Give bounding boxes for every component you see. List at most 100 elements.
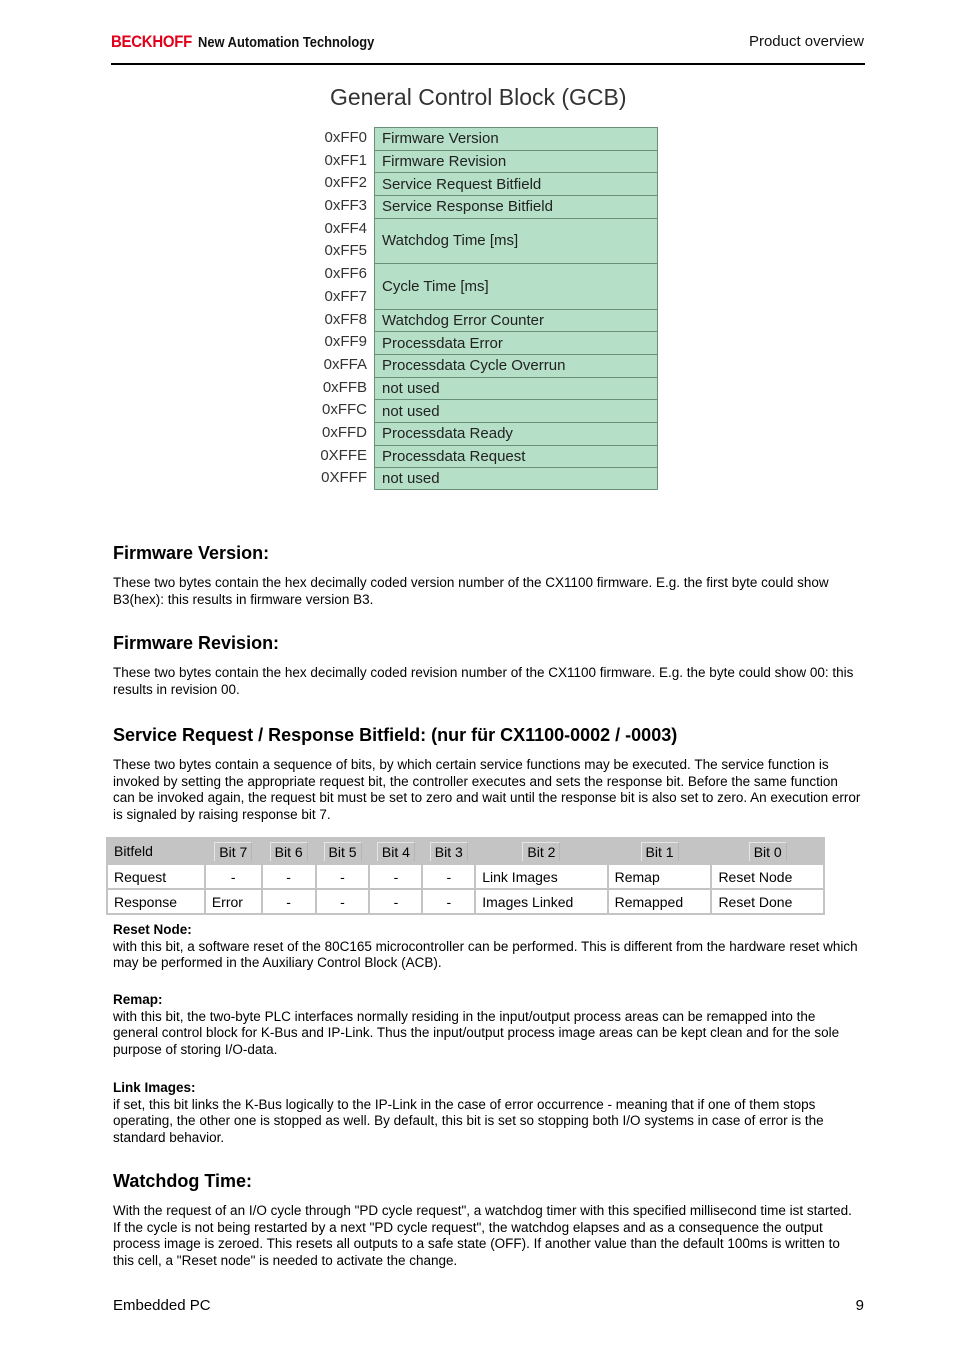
table-header-cell: Bitfeld bbox=[106, 837, 206, 865]
brand-logo: BECKHOFF New Automation Technology bbox=[111, 32, 403, 52]
gcb-row: 0xFF3 Service Response Bitfield bbox=[310, 195, 660, 218]
section-watchdog-time: Watchdog Time: With the request of an I/… bbox=[113, 1171, 863, 1269]
page-header: BECKHOFF New Automation Technology Produ… bbox=[111, 30, 865, 65]
header-label: Bit 4 bbox=[376, 841, 415, 861]
gcb-register-label: Watchdog Time [ms] bbox=[374, 217, 658, 264]
table-header-cell: Bit 1 bbox=[606, 837, 713, 865]
bitfield-table: Bitfeld Bit 7 Bit 6 Bit 5 Bit 4 Bit 3 Bit 2 Bit… bbox=[106, 837, 825, 915]
brand-tagline: New Automation Technology bbox=[197, 34, 374, 51]
table-cell: Error bbox=[203, 888, 263, 915]
table-header-cell: Bit 2 bbox=[474, 837, 609, 865]
gcb-register-label: not used bbox=[374, 467, 658, 491]
section-heading: Service Request / Response Bitfield: (nu… bbox=[113, 725, 678, 745]
gcb-address: 0xFF0 bbox=[324, 129, 367, 146]
footer-document-title: Embedded PC bbox=[113, 1297, 211, 1314]
gcb-address: 0xFFB bbox=[322, 378, 367, 396]
section-heading: Firmware Revision: bbox=[113, 633, 280, 653]
table-cell: - bbox=[368, 888, 424, 915]
gcb-register-label: Watchdog Error Counter bbox=[374, 308, 658, 332]
table-cell: Reset Node bbox=[710, 863, 825, 890]
header-label: Bit 2 bbox=[522, 841, 561, 861]
section-body: with this bit, a software reset of the 8… bbox=[113, 938, 858, 971]
gcb-address: 0XFFF bbox=[321, 469, 367, 487]
section-heading: Link Images: bbox=[113, 1080, 196, 1095]
gcb-address: 0XFFE bbox=[320, 446, 367, 464]
section-heading: Remap: bbox=[113, 992, 163, 1007]
gcb-register-table: 0xFF0 Firmware Version 0xFF1 Firmware Revis… bbox=[310, 127, 660, 491]
header-label: Bit 7 bbox=[214, 841, 253, 861]
gcb-row: 0xFFD Processdata Ready bbox=[310, 421, 660, 445]
table-cell: - bbox=[260, 863, 317, 890]
section-body: if set, this bit links the K-Bus logical… bbox=[113, 1096, 824, 1145]
section-reset-node: Reset Node: with this bit, a software re… bbox=[113, 922, 863, 972]
gcb-title: General Control Block (GCB) bbox=[330, 84, 627, 110]
header-label: Bit 0 bbox=[748, 841, 787, 861]
section-heading: Firmware Version: bbox=[113, 543, 270, 563]
section-remap: Remap: with this bit, the two-byte PLC i… bbox=[113, 992, 863, 1058]
table-header-cell: Bit 5 bbox=[314, 837, 371, 865]
table-cell: Link Images bbox=[474, 863, 609, 890]
gcb-register-label: not used bbox=[374, 376, 658, 400]
gcb-address: 0xFFA bbox=[323, 355, 367, 373]
table-header-cell: Bit 6 bbox=[260, 837, 317, 865]
section-link-images: Link Images: if set, this bit links the … bbox=[113, 1080, 863, 1146]
table-cell: Request bbox=[106, 863, 206, 890]
table-header-cell: Bit 0 bbox=[710, 837, 825, 865]
gcb-register-label: Processdata Error bbox=[374, 331, 658, 354]
brand-name: BECKHOFF bbox=[111, 32, 193, 51]
gcb-register-label: Firmware Revision bbox=[374, 149, 658, 173]
table-cell: Remap bbox=[606, 863, 713, 890]
gcb-address: 0xFFC bbox=[322, 401, 367, 419]
gcb-address: 0xFF9 bbox=[324, 333, 367, 351]
section-heading: Reset Node: bbox=[113, 922, 192, 937]
table-cell: - bbox=[203, 863, 263, 890]
table-cell: - bbox=[314, 863, 371, 890]
header-label: Bit 3 bbox=[429, 841, 468, 861]
section-heading: Watchdog Time: bbox=[113, 1171, 252, 1191]
gcb-address: 0xFF5 bbox=[324, 242, 367, 260]
gcb-register-label: Processdata Ready bbox=[374, 421, 658, 445]
gcb-address: 0xFF3 bbox=[324, 197, 367, 215]
section-body: These two bytes contain a sequence of bi… bbox=[113, 757, 861, 822]
gcb-address: 0xFF7 bbox=[324, 287, 367, 305]
footer-page-number: 9 bbox=[855, 1297, 864, 1314]
table-cell: Remapped bbox=[606, 888, 713, 915]
gcb-address: 0xFFD bbox=[322, 423, 367, 441]
gcb-address: 0xFF2 bbox=[324, 174, 367, 192]
section-service-bitfield: Service Request / Response Bitfield: (nu… bbox=[113, 725, 863, 823]
section-firmware-revision: Firmware Revision: These two bytes conta… bbox=[113, 633, 863, 698]
table-cell: - bbox=[260, 888, 317, 915]
section-body: with this bit, the two-byte PLC interfac… bbox=[113, 1008, 840, 1057]
gcb-address: 0xFF6 bbox=[324, 265, 367, 283]
table-cell: - bbox=[421, 888, 477, 915]
header-label: Bit 6 bbox=[269, 841, 308, 861]
gcb-row: 0xFF1 Firmware Revision bbox=[310, 149, 660, 173]
gcb-row: 0xFF6 0xFF7 Cycle Time [ms] bbox=[310, 263, 660, 309]
table-header-cell: Bit 4 bbox=[368, 837, 424, 865]
gcb-row: 0xFFC not used bbox=[310, 399, 660, 422]
table-header-cell: Bit 7 bbox=[203, 837, 263, 865]
table-cell: - bbox=[314, 888, 371, 915]
gcb-row: 0XFFE Processdata Request bbox=[310, 444, 660, 468]
section-firmware-version: Firmware Version: These two bytes contai… bbox=[113, 543, 863, 608]
gcb-register-label: Cycle Time [ms] bbox=[374, 263, 658, 309]
table-cell: Reset Done bbox=[710, 888, 825, 915]
gcb-row: 0xFFB not used bbox=[310, 376, 660, 400]
section-body: With the request of an I/O cycle through… bbox=[113, 1203, 852, 1268]
header-section-title: Product overview bbox=[748, 33, 864, 50]
table-header-cell: Bit 3 bbox=[421, 837, 477, 865]
table-row: Response Error - - - - Images Linked Remapped Re… bbox=[106, 888, 825, 915]
gcb-register-label: not used bbox=[374, 399, 658, 422]
gcb-register-label: Service Response Bitfield bbox=[374, 195, 658, 218]
header-label: Bit 5 bbox=[323, 841, 362, 861]
gcb-address: 0xFF8 bbox=[324, 310, 367, 328]
gcb-register-label: Firmware Version bbox=[374, 127, 658, 150]
gcb-address: 0xFF4 bbox=[324, 219, 367, 237]
gcb-register-label: Processdata Request bbox=[374, 444, 658, 468]
gcb-address: 0xFF1 bbox=[324, 151, 367, 169]
header-label: Bitfeld bbox=[114, 843, 153, 859]
gcb-row: 0xFF4 0xFF5 Watchdog Time [ms] bbox=[310, 217, 660, 264]
gcb-row: 0xFF9 Processdata Error bbox=[310, 331, 660, 354]
header-label: Bit 1 bbox=[640, 841, 679, 861]
gcb-row: 0xFFA Processdata Cycle Overrun bbox=[310, 353, 660, 377]
